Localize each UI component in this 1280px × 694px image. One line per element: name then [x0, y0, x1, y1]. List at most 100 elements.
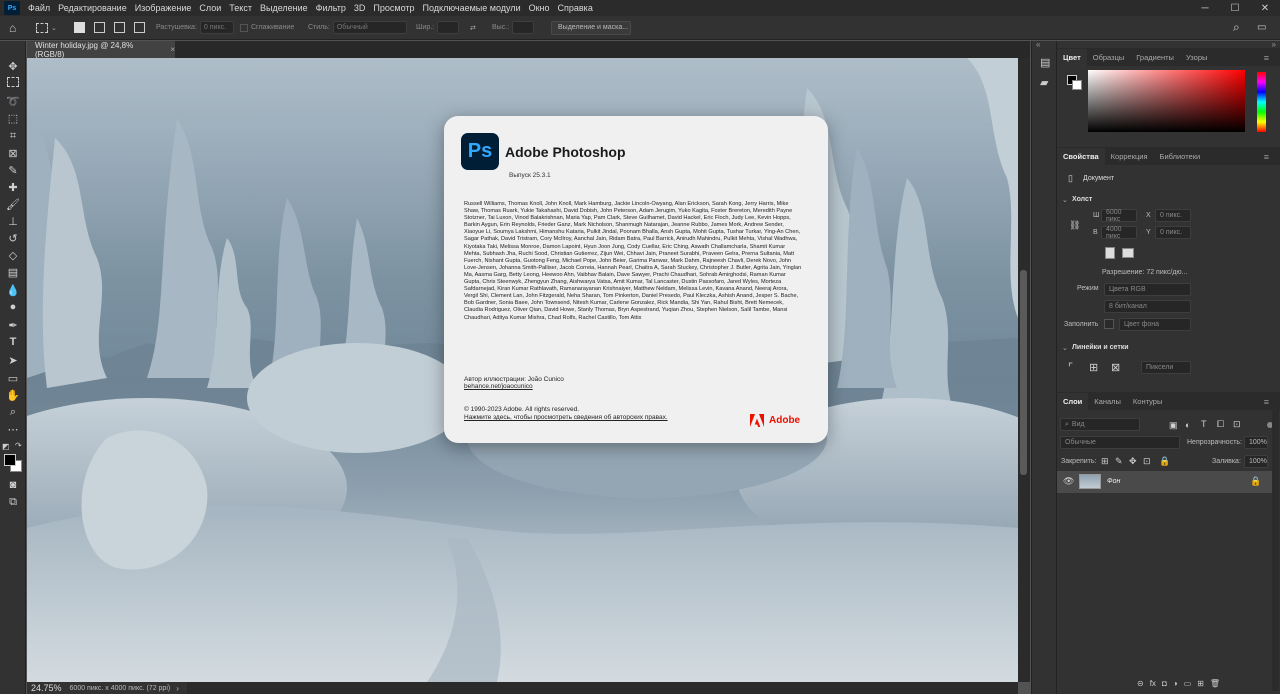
history-brush-tool-icon[interactable]: ↺ [5, 231, 21, 245]
rulers-icon[interactable]: ⌜ [1068, 361, 1073, 374]
close-icon[interactable]: ✕ [1250, 0, 1280, 16]
delete-layer-icon[interactable]: 🗑 [1210, 679, 1220, 691]
new-selection-icon[interactable] [74, 22, 85, 33]
more-tools-icon[interactable]: ⋯ [5, 422, 21, 436]
style-select[interactable]: Обычный [332, 21, 407, 34]
menu-edit[interactable]: Редактирование [54, 3, 131, 13]
tab-patterns[interactable]: Узоры [1180, 53, 1213, 66]
zoom-tool-icon[interactable]: ⌕ [5, 405, 21, 419]
history-panel-icon[interactable]: ▤ [1040, 56, 1050, 69]
menu-select[interactable]: Выделение [256, 3, 312, 13]
bit-depth-select[interactable]: 8 бит/канал [1104, 300, 1191, 313]
canvas-x-field[interactable]: 0 пикс. [1155, 209, 1191, 222]
tab-properties[interactable]: Свойства [1057, 148, 1105, 165]
layer-name[interactable]: Фон [1107, 478, 1120, 485]
close-tab-icon[interactable]: × [170, 45, 175, 54]
layer-filter-select[interactable]: ⌕ Вид [1060, 418, 1140, 431]
marquee-tool-icon[interactable] [7, 77, 19, 87]
object-select-tool-icon[interactable]: ⬚ [5, 111, 21, 125]
menu-window[interactable]: Окно [525, 3, 554, 13]
maximize-icon[interactable]: ☐ [1220, 0, 1250, 16]
add-selection-icon[interactable] [94, 22, 105, 33]
frame-tool-icon[interactable]: ⊠ [5, 146, 21, 160]
tab-libraries[interactable]: Библиотеки [1154, 152, 1207, 165]
color-panel-menu-icon[interactable]: ≡ [1258, 53, 1275, 67]
opacity-field[interactable]: 100% [1244, 436, 1268, 449]
new-group-icon[interactable]: ▭ [1184, 679, 1192, 691]
eraser-tool-icon[interactable]: ◇ [5, 248, 21, 262]
menu-filter[interactable]: Фильтр [312, 3, 350, 13]
blur-tool-icon[interactable]: 💧 [5, 283, 21, 297]
screen-mode-icon[interactable]: ⧉ [5, 495, 21, 509]
filter-adjustment-icon[interactable]: ◐ [1185, 420, 1190, 430]
grid-icon[interactable]: ⊞ [1089, 361, 1098, 374]
lock-artboard-icon[interactable]: ⊡ [1143, 456, 1151, 467]
mode-select[interactable]: Цвета RGB [1104, 283, 1191, 296]
canvas-section-title[interactable]: Холст [1072, 196, 1092, 203]
fill-color-swatch[interactable] [1104, 319, 1114, 329]
new-layer-icon[interactable]: ⊞ [1197, 679, 1204, 691]
tab-layers[interactable]: Слои [1057, 393, 1089, 410]
lock-pixels-icon[interactable]: ✎ [1115, 456, 1123, 467]
layers-scrollbar[interactable] [1272, 401, 1279, 691]
menu-3d[interactable]: 3D [350, 3, 370, 13]
swap-colors-icon[interactable]: ↷ [15, 441, 22, 450]
lock-position-icon[interactable]: ✥ [1129, 456, 1137, 467]
fill-select[interactable]: Цвет фона [1119, 318, 1191, 331]
hue-slider[interactable] [1257, 72, 1266, 132]
dodge-tool-icon[interactable]: ● [5, 300, 21, 314]
canvas-y-field[interactable]: 0 пикс. [1155, 226, 1191, 239]
eyedropper-tool-icon[interactable]: ✎ [5, 163, 21, 177]
visibility-eye-icon[interactable]: 👁 [1063, 476, 1074, 487]
add-mask-icon[interactable]: ◘ [1162, 679, 1167, 691]
pen-tool-icon[interactable]: ✒ [5, 318, 21, 332]
clone-stamp-tool-icon[interactable]: ⊥ [5, 214, 21, 228]
status-arrow-icon[interactable]: › [176, 684, 179, 693]
rulers-section-title[interactable]: Линейки и сетки [1072, 344, 1129, 351]
document-tab[interactable]: Winter holiday.jpg @ 24,8% (RGB/8) × [27, 41, 175, 59]
foreground-color-swatch[interactable] [4, 454, 16, 466]
comments-panel-icon[interactable]: ▰ [1040, 76, 1048, 89]
filter-shape-icon[interactable]: ⧠ [1217, 419, 1224, 430]
crop-tool-icon[interactable]: ⌗ [5, 129, 21, 143]
width-input[interactable] [437, 21, 460, 34]
horizontal-scrollbar[interactable] [185, 682, 1018, 694]
minimize-icon[interactable]: ─ [1190, 0, 1220, 16]
color-bg-swatch[interactable] [1072, 80, 1082, 90]
layer-row[interactable]: 👁 Фон 🔒 [1057, 471, 1272, 493]
properties-panel-menu-icon[interactable]: ≡ [1258, 152, 1275, 166]
collapse-arrows-icon[interactable]: « [1036, 40, 1040, 49]
menu-view[interactable]: Просмотр [369, 3, 418, 13]
vertical-scrollbar-thumb[interactable] [1020, 270, 1027, 475]
type-tool-icon[interactable]: T [5, 335, 21, 349]
default-colors-icon[interactable]: ◩ [2, 442, 10, 451]
tab-color[interactable]: Цвет [1057, 49, 1087, 66]
height-input[interactable] [512, 21, 535, 34]
zoom-level[interactable]: 24.75% [31, 683, 62, 693]
legal-notices-link[interactable]: Нажмите здесь, чтобы просмотреть сведени… [464, 414, 668, 421]
path-select-tool-icon[interactable]: ➤ [5, 353, 21, 367]
workspace-icon[interactable]: ▭ [1257, 19, 1266, 36]
brush-tool-icon[interactable]: 🖌 [5, 197, 21, 211]
menu-plugins[interactable]: Подключаемые модули [419, 3, 525, 13]
link-dimensions-icon[interactable]: ⛓ [1069, 220, 1080, 231]
color-field[interactable] [1088, 70, 1245, 132]
tab-adjustments[interactable]: Коррекция [1105, 152, 1154, 165]
feather-input[interactable]: 0 пикс. [199, 21, 234, 34]
units-select[interactable]: Пиксели [1141, 361, 1191, 374]
illustration-link[interactable]: behance.net/joaocunico [464, 383, 533, 390]
guides-icon[interactable]: ⊠ [1111, 361, 1120, 374]
antialias-checkbox[interactable] [240, 23, 248, 32]
home-icon[interactable]: ⌂ [9, 19, 16, 36]
tab-swatches[interactable]: Образцы [1087, 53, 1131, 66]
canvas-expand-icon[interactable]: ⌄ [1062, 196, 1068, 204]
landscape-orientation-icon[interactable] [1122, 248, 1134, 258]
hand-tool-icon[interactable]: ✋ [5, 388, 21, 402]
lock-transparency-icon[interactable]: ⊞ [1101, 456, 1109, 467]
move-tool-icon[interactable]: ✥ [5, 59, 21, 73]
subtract-selection-icon[interactable] [114, 22, 125, 33]
healing-brush-tool-icon[interactable]: ✚ [5, 180, 21, 194]
menu-help[interactable]: Справка [554, 3, 597, 13]
canvas-height-field[interactable]: 4000 пикс [1101, 226, 1137, 240]
rectangle-tool-icon[interactable]: ▭ [5, 371, 21, 385]
